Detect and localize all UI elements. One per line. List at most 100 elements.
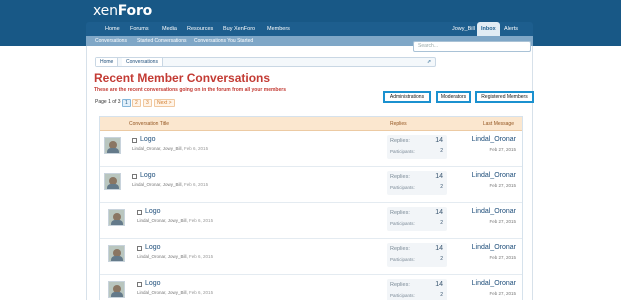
pager-label: Page 1 of 3: [95, 99, 121, 105]
nav-inbox[interactable]: Inbox: [477, 22, 500, 36]
replies-count: 14: [435, 209, 443, 216]
conversation-meta: Lindal_Oronar, Jowy_Bill, Feb 6, 2015: [137, 290, 213, 295]
start-date: Feb 6, 2015: [184, 146, 209, 151]
last-message-user[interactable]: Lindal_Oronar: [472, 136, 516, 143]
last-message-user[interactable]: Lindal_Oronar: [472, 208, 516, 215]
select-checkbox[interactable]: [137, 282, 142, 287]
last-message-user[interactable]: Lindal_Oronar: [472, 172, 516, 179]
participants-count: 2: [440, 148, 443, 154]
subnav-started-conversations[interactable]: Started Conversations: [137, 36, 186, 46]
conversation-title[interactable]: Logo: [140, 136, 156, 143]
last-message-date[interactable]: Feb 27, 2015: [489, 147, 516, 152]
list-item[interactable]: Logo Lindal_Oronar, Jowy_Bill, Feb 6, 20…: [100, 131, 522, 167]
replies-count: 14: [435, 173, 443, 180]
logo-suffix: Foro: [117, 3, 153, 19]
list-item[interactable]: Logo Lindal_Oronar, Jowy_Bill, Feb 6, 20…: [100, 203, 522, 239]
participants-text[interactable]: Lindal_Oronar, Jowy_Bill,: [132, 146, 183, 151]
nav-alerts[interactable]: Alerts: [504, 22, 518, 36]
nav-home[interactable]: Home: [105, 22, 120, 36]
conversation-title[interactable]: Logo: [140, 172, 156, 179]
participants-text[interactable]: Lindal_Oronar, Jowy_Bill,: [137, 218, 188, 223]
nav-members[interactable]: Members: [267, 22, 290, 36]
moderators-button[interactable]: Moderators: [436, 91, 471, 103]
nav-resources[interactable]: Resources: [187, 22, 213, 36]
header-replies[interactable]: Replies: [390, 117, 407, 131]
site-logo[interactable]: xenForo: [93, 3, 152, 19]
list-item[interactable]: Logo Lindal_Oronar, Jowy_Bill, Feb 6, 20…: [100, 239, 522, 275]
replies-count: 14: [435, 245, 443, 252]
conversation-meta: Lindal_Oronar, Jowy_Bill, Feb 6, 2015: [137, 254, 213, 259]
last-message-user[interactable]: Lindal_Oronar: [472, 280, 516, 287]
conversation-meta: Lindal_Oronar, Jowy_Bill, Feb 6, 2015: [132, 146, 208, 151]
last-message-date[interactable]: Feb 27, 2015: [489, 183, 516, 188]
participants-text[interactable]: Lindal_Oronar, Jowy_Bill,: [137, 254, 188, 259]
stats-box: Replies: 14 Participants: 2: [387, 135, 447, 159]
list-item[interactable]: Logo Lindal_Oronar, Jowy_Bill, Feb 6, 20…: [100, 275, 522, 300]
start-date: Feb 6, 2015: [189, 218, 214, 223]
avatar[interactable]: [108, 245, 125, 262]
participants-label: Participants:: [390, 221, 415, 226]
jump-icon[interactable]: ⇗: [426, 59, 432, 65]
logo-prefix: xen: [93, 3, 118, 19]
participants-count: 2: [440, 184, 443, 190]
breadcrumb: Home Conversations ⇗: [95, 57, 436, 67]
participants-text[interactable]: Lindal_Oronar, Jowy_Bill,: [137, 290, 188, 295]
participants-count: 2: [440, 256, 443, 262]
page-link-2[interactable]: 2: [132, 99, 141, 107]
last-message-date[interactable]: Feb 27, 2015: [489, 255, 516, 260]
search-input[interactable]: Search...: [413, 41, 531, 52]
page-subtitle: These are the recent conversations going…: [94, 87, 286, 93]
avatar[interactable]: [104, 173, 121, 190]
last-message-date[interactable]: Feb 27, 2015: [489, 219, 516, 224]
avatar[interactable]: [108, 209, 125, 226]
conversation-list: Conversation Title Replies Last Message …: [99, 116, 523, 300]
list-header: Conversation Title Replies Last Message: [100, 117, 522, 131]
replies-count: 14: [435, 137, 443, 144]
select-checkbox[interactable]: [137, 210, 142, 215]
main-nav: Home Forums Media Resources Buy XenForo …: [86, 22, 533, 36]
participants-count: 2: [440, 292, 443, 298]
stats-box: Replies: 14 Participants: 2: [387, 207, 447, 231]
participants-count: 2: [440, 220, 443, 226]
start-date: Feb 6, 2015: [184, 182, 209, 187]
breadcrumb-conversations[interactable]: Conversations: [122, 58, 163, 66]
conversation-meta: Lindal_Oronar, Jowy_Bill, Feb 6, 2015: [132, 182, 208, 187]
page-link-3[interactable]: 3: [143, 99, 152, 107]
participants-label: Participants:: [390, 185, 415, 190]
stats-box: Replies: 14 Participants: 2: [387, 243, 447, 267]
conversation-meta: Lindal_Oronar, Jowy_Bill, Feb 6, 2015: [137, 218, 213, 223]
participants-label: Participants:: [390, 257, 415, 262]
nav-media[interactable]: Media: [162, 22, 177, 36]
stats-box: Replies: 14 Participants: 2: [387, 279, 447, 300]
page-link-1[interactable]: 1: [122, 99, 131, 107]
page-title: Recent Member Conversations: [94, 71, 271, 85]
replies-label: Replies:: [390, 174, 410, 180]
last-message-user[interactable]: Lindal_Oronar: [472, 244, 516, 251]
breadcrumb-home[interactable]: Home: [96, 58, 119, 66]
header-last-message[interactable]: Last Message: [483, 117, 514, 131]
subnav-conversations-you-started[interactable]: Conversations You Started: [194, 36, 253, 46]
replies-label: Replies:: [390, 282, 410, 288]
replies-label: Replies:: [390, 246, 410, 252]
administrations-button[interactable]: Administrations: [383, 91, 431, 103]
replies-label: Replies:: [390, 210, 410, 216]
participants-text[interactable]: Lindal_Oronar, Jowy_Bill,: [132, 182, 183, 187]
select-checkbox[interactable]: [132, 138, 137, 143]
last-message-date[interactable]: Feb 27, 2015: [489, 291, 516, 296]
nav-forums[interactable]: Forums: [130, 22, 149, 36]
list-item[interactable]: Logo Lindal_Oronar, Jowy_Bill, Feb 6, 20…: [100, 167, 522, 203]
header-conversation-title[interactable]: Conversation Title: [129, 117, 169, 131]
avatar[interactable]: [104, 137, 121, 154]
conversation-title[interactable]: Logo: [145, 244, 161, 251]
nav-user[interactable]: Jowy_Bill: [452, 22, 475, 36]
subnav-conversations[interactable]: Conversations: [95, 36, 127, 46]
page-next-button[interactable]: Next >: [154, 99, 175, 107]
select-checkbox[interactable]: [132, 174, 137, 179]
conversation-title[interactable]: Logo: [145, 280, 161, 287]
nav-buy-xenforo[interactable]: Buy XenForo: [223, 22, 255, 36]
conversation-title[interactable]: Logo: [145, 208, 161, 215]
select-checkbox[interactable]: [137, 246, 142, 251]
participants-label: Participants:: [390, 293, 415, 298]
registered-members-button[interactable]: Registered Members: [475, 91, 534, 103]
avatar[interactable]: [108, 281, 125, 298]
